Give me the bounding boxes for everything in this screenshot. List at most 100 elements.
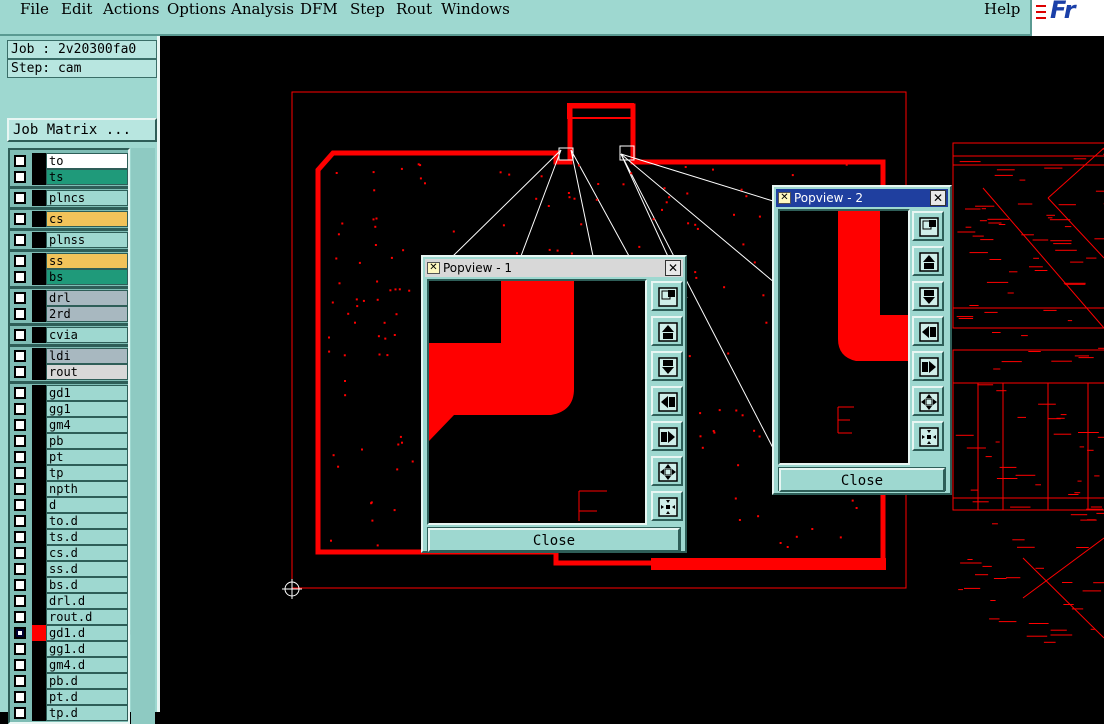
menu-windows[interactable]: Windows bbox=[441, 0, 510, 18]
layer-name[interactable]: bs bbox=[46, 269, 128, 285]
layer-checkbox[interactable] bbox=[14, 387, 26, 399]
menu-help[interactable]: Help bbox=[984, 0, 1020, 18]
menu-step[interactable]: Step bbox=[350, 0, 385, 18]
menu-options[interactable]: Options bbox=[167, 0, 226, 18]
layer-name[interactable]: gd1.d bbox=[46, 625, 128, 641]
layer-checkbox[interactable] bbox=[14, 611, 26, 623]
layer-checkbox[interactable] bbox=[14, 155, 26, 167]
layer-name[interactable]: npth bbox=[46, 481, 128, 497]
layer-checkbox[interactable] bbox=[14, 499, 26, 511]
layer-row-pb-d[interactable]: pb.d bbox=[10, 673, 128, 689]
layer-row-gd1-d[interactable]: gd1.d⊞ bbox=[10, 625, 128, 641]
layer-color-swatch[interactable] bbox=[32, 364, 46, 380]
pan-right-button[interactable] bbox=[651, 421, 683, 451]
layer-color-swatch[interactable] bbox=[32, 290, 46, 306]
layer-name[interactable]: gd1 bbox=[46, 385, 128, 401]
menu-actions[interactable]: Actions bbox=[103, 0, 159, 18]
layer-row-ldi[interactable]: ldi bbox=[10, 348, 128, 364]
layer-row-pb[interactable]: pb bbox=[10, 433, 128, 449]
layer-checkbox[interactable] bbox=[14, 595, 26, 607]
layer-checkbox[interactable] bbox=[14, 531, 26, 543]
zoom-out-button[interactable] bbox=[912, 421, 944, 451]
layer-row-pt-d[interactable]: pt.d bbox=[10, 689, 128, 705]
layer-checkbox[interactable] bbox=[14, 255, 26, 267]
layer-color-swatch[interactable] bbox=[32, 211, 46, 227]
layer-row-to-d[interactable]: to.d bbox=[10, 513, 128, 529]
close-icon[interactable]: ✕ bbox=[665, 260, 681, 276]
layer-row-tp-d[interactable]: tp.d bbox=[10, 705, 128, 721]
layer-color-swatch[interactable] bbox=[32, 306, 46, 322]
layer-name[interactable]: rout.d bbox=[46, 609, 128, 625]
layer-checkbox[interactable] bbox=[14, 483, 26, 495]
layer-checkbox[interactable] bbox=[14, 366, 26, 378]
layer-row-ss[interactable]: ss bbox=[10, 253, 128, 269]
layer-name[interactable]: tp bbox=[46, 465, 128, 481]
layer-color-swatch[interactable] bbox=[32, 513, 46, 529]
menu-edit[interactable]: Edit bbox=[61, 0, 92, 18]
layer-row-plnss[interactable]: plnss bbox=[10, 232, 128, 248]
layer-color-swatch[interactable] bbox=[32, 385, 46, 401]
pan-left-button[interactable] bbox=[912, 316, 944, 346]
layer-color-swatch[interactable] bbox=[32, 657, 46, 673]
zoom-out-button[interactable] bbox=[651, 491, 683, 521]
menu-dfm[interactable]: DFM bbox=[300, 0, 338, 18]
layer-color-swatch[interactable] bbox=[32, 190, 46, 206]
layer-checkbox[interactable] bbox=[14, 451, 26, 463]
pan-right-button[interactable] bbox=[912, 351, 944, 381]
layer-checkbox[interactable] bbox=[14, 467, 26, 479]
layer-name[interactable]: tp.d bbox=[46, 705, 128, 721]
layer-checkbox[interactable] bbox=[14, 171, 26, 183]
zoom-in-button[interactable] bbox=[912, 386, 944, 416]
layer-checkbox[interactable] bbox=[14, 329, 26, 341]
layer-name[interactable]: drl.d bbox=[46, 593, 128, 609]
layer-color-swatch[interactable] bbox=[32, 481, 46, 497]
layer-name[interactable]: pb bbox=[46, 433, 128, 449]
layer-row-rout-d[interactable]: rout.d bbox=[10, 609, 128, 625]
layer-row-pt[interactable]: pt bbox=[10, 449, 128, 465]
popview-1-window[interactable]: ✕ Popview - 1 ✕ Close bbox=[421, 255, 687, 553]
close-icon[interactable]: ✕ bbox=[930, 190, 946, 206]
layer-row-cs[interactable]: cs bbox=[10, 211, 128, 227]
layer-name[interactable]: ss.d bbox=[46, 561, 128, 577]
layer-name[interactable]: ldi bbox=[46, 348, 128, 364]
layer-color-swatch[interactable] bbox=[32, 253, 46, 269]
layer-name[interactable]: d bbox=[46, 497, 128, 513]
layer-row-gd1[interactable]: gd1 bbox=[10, 385, 128, 401]
layer-color-swatch[interactable] bbox=[32, 545, 46, 561]
layer-color-swatch[interactable] bbox=[32, 561, 46, 577]
layer-color-swatch[interactable] bbox=[32, 641, 46, 657]
layer-checkbox[interactable] bbox=[14, 419, 26, 431]
layer-name[interactable]: 2rd bbox=[46, 306, 128, 322]
layer-checkbox[interactable] bbox=[14, 579, 26, 591]
layer-row-ss-d[interactable]: ss.d bbox=[10, 561, 128, 577]
layer-color-swatch[interactable] bbox=[32, 327, 46, 343]
layer-name[interactable]: to bbox=[46, 153, 128, 169]
layer-color-swatch[interactable] bbox=[32, 625, 46, 641]
zoom-fit-button[interactable] bbox=[912, 211, 944, 241]
layer-name[interactable]: ts.d bbox=[46, 529, 128, 545]
layer-checkbox[interactable] bbox=[14, 435, 26, 447]
popview-2-window[interactable]: ✕ Popview - 2 ✕ Close bbox=[772, 185, 952, 495]
layer-name[interactable]: gg1.d bbox=[46, 641, 128, 657]
zoom-fit-button[interactable] bbox=[651, 281, 683, 311]
layer-checkbox[interactable] bbox=[14, 213, 26, 225]
layer-checkbox[interactable] bbox=[14, 643, 26, 655]
pan-down-button[interactable] bbox=[912, 281, 944, 311]
layer-checkbox[interactable] bbox=[14, 271, 26, 283]
layer-row-2rd[interactable]: 2rd bbox=[10, 306, 128, 322]
layer-color-swatch[interactable] bbox=[32, 673, 46, 689]
job-matrix-button[interactable]: Job Matrix ... bbox=[7, 118, 157, 142]
layer-name[interactable]: bs.d bbox=[46, 577, 128, 593]
layer-checkbox[interactable] bbox=[14, 707, 26, 719]
layer-name[interactable]: pt bbox=[46, 449, 128, 465]
layer-row-drl-d[interactable]: drl.d bbox=[10, 593, 128, 609]
layer-checkbox[interactable] bbox=[14, 292, 26, 304]
layer-row-ts[interactable]: ts bbox=[10, 169, 128, 185]
layer-color-swatch[interactable] bbox=[32, 593, 46, 609]
layer-color-swatch[interactable] bbox=[32, 705, 46, 721]
layer-checkbox[interactable] bbox=[14, 547, 26, 559]
layer-name[interactable]: pt.d bbox=[46, 689, 128, 705]
layer-name[interactable]: ts bbox=[46, 169, 128, 185]
layer-name[interactable]: rout bbox=[46, 364, 128, 380]
layer-row-plncs[interactable]: plncs bbox=[10, 190, 128, 206]
